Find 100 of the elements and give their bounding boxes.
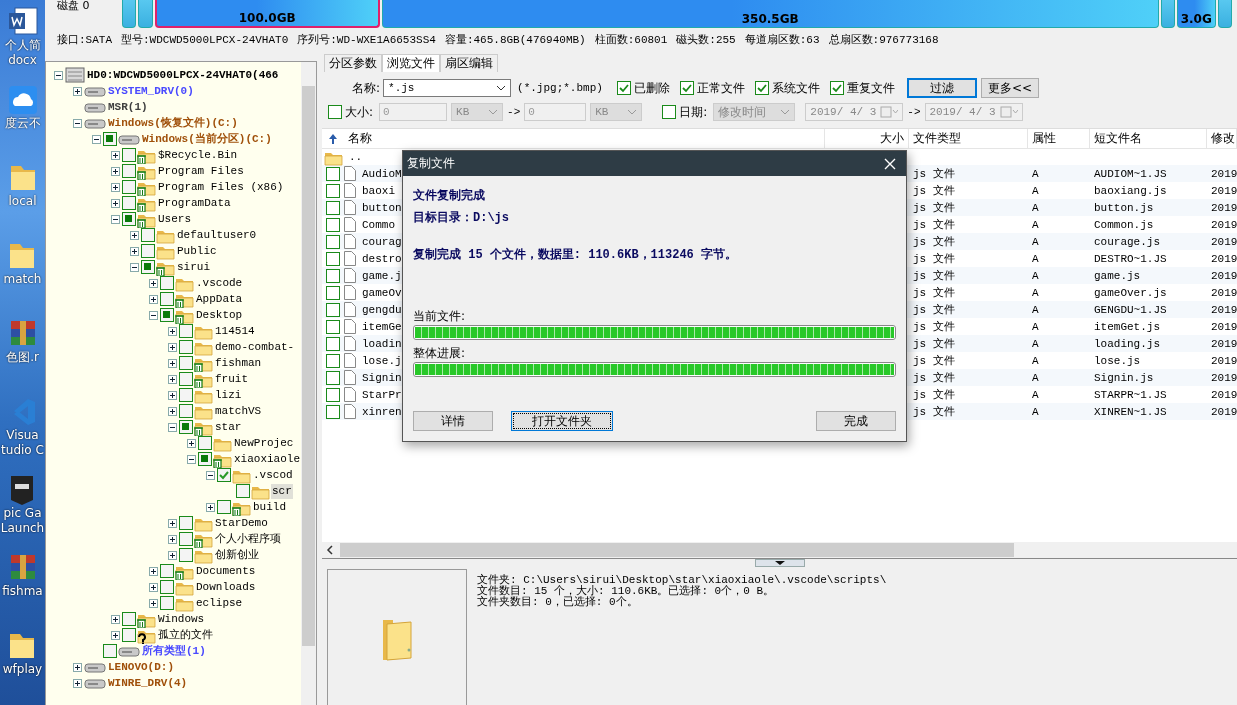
partition-block[interactable] xyxy=(1217,0,1232,28)
tree-item[interactable]: SYSTEM_DRV(0) xyxy=(107,83,195,99)
splitter-handle-icon[interactable] xyxy=(754,559,805,567)
checkbox[interactable] xyxy=(829,81,844,95)
checkbox[interactable] xyxy=(122,180,136,194)
checkbox[interactable] xyxy=(160,308,174,322)
expand-toggle[interactable] xyxy=(168,550,177,560)
collapse-toggle[interactable] xyxy=(111,214,120,224)
checkbox[interactable] xyxy=(179,324,193,338)
tree-item[interactable]: AppData xyxy=(195,291,244,307)
checkbox[interactable] xyxy=(326,251,340,266)
checkbox[interactable] xyxy=(326,268,340,283)
desktop-icon-label[interactable]: 个人简 xyxy=(4,38,41,53)
dialog-button[interactable]: 详情 xyxy=(413,411,493,431)
expand-toggle[interactable] xyxy=(168,406,177,416)
name-filter-combo[interactable]: *.js xyxy=(383,79,512,97)
checkbox[interactable] xyxy=(328,105,342,119)
checkbox[interactable] xyxy=(122,164,136,178)
expand-toggle[interactable] xyxy=(187,438,196,448)
checkbox[interactable] xyxy=(122,196,136,210)
checkbox[interactable] xyxy=(198,436,212,450)
checkbox[interactable] xyxy=(616,81,631,95)
collapse-toggle[interactable] xyxy=(206,470,215,480)
tree-item[interactable]: Desktop xyxy=(195,307,244,323)
dialog-button[interactable]: 打开文件夹 xyxy=(511,411,613,431)
scroll-thumb[interactable] xyxy=(302,86,315,646)
checkbox[interactable] xyxy=(326,183,340,198)
column-header[interactable]: 属性 xyxy=(1028,129,1090,148)
tree-item[interactable]: matchVS xyxy=(214,403,263,419)
expand-toggle[interactable] xyxy=(111,182,120,192)
checkbox[interactable] xyxy=(326,387,340,402)
scroll-thumb[interactable] xyxy=(340,543,1014,557)
partition-block[interactable] xyxy=(122,0,137,28)
checkbox[interactable] xyxy=(122,148,136,162)
filter-button[interactable]: 过滤 xyxy=(906,78,977,98)
checkbox[interactable] xyxy=(179,516,193,530)
tree-item[interactable]: fruit xyxy=(214,371,249,387)
tree-item[interactable]: 孤立的文件 xyxy=(157,627,214,643)
expand-toggle[interactable] xyxy=(130,230,139,240)
expand-toggle[interactable] xyxy=(168,374,177,384)
checkbox[interactable] xyxy=(160,564,174,578)
dialog-button[interactable]: 完成 xyxy=(816,411,896,431)
tree-item[interactable]: NewProjec xyxy=(233,435,295,451)
checkbox[interactable] xyxy=(662,105,677,119)
tree-item[interactable]: WINRE_DRV(4) xyxy=(107,675,189,691)
checkbox[interactable] xyxy=(160,292,174,306)
checkbox[interactable] xyxy=(326,285,340,300)
partition-block[interactable]: 3.0G xyxy=(1176,0,1216,28)
tree-item[interactable]: lizi xyxy=(214,387,243,403)
expand-toggle[interactable] xyxy=(168,326,177,336)
desktop-icon-label[interactable]: 色图.r xyxy=(6,350,39,365)
tree-item[interactable]: Public xyxy=(176,243,218,259)
tree-item[interactable]: $Recycle.Bin xyxy=(157,147,239,163)
tab[interactable]: 浏览文件 xyxy=(382,54,440,72)
vertical-scrollbar[interactable] xyxy=(301,62,316,705)
tree-item[interactable]: Documents xyxy=(195,563,257,579)
expand-toggle[interactable] xyxy=(111,198,120,208)
collapse-toggle[interactable] xyxy=(130,262,139,272)
desktop-icon-label[interactable]: pic Ga xyxy=(3,506,42,521)
checkbox[interactable] xyxy=(160,596,174,610)
desktop-icon-label[interactable]: tudio C xyxy=(1,443,44,458)
tab[interactable]: 扇区编辑 xyxy=(440,54,498,72)
expand-toggle[interactable] xyxy=(149,582,158,592)
collapse-toggle[interactable] xyxy=(73,118,82,128)
checkbox[interactable] xyxy=(179,404,193,418)
filter-button[interactable]: 更多<< xyxy=(980,78,1039,98)
tree-item[interactable]: HD0:WDCWD5000LPCX-24VHAT0(466 xyxy=(86,67,280,83)
expand-toggle[interactable] xyxy=(206,502,215,512)
desktop-icon-label[interactable]: docx xyxy=(8,53,37,68)
expand-toggle[interactable] xyxy=(73,662,82,672)
checkbox[interactable] xyxy=(160,580,174,594)
scroll-left-icon[interactable] xyxy=(326,545,334,555)
expand-toggle[interactable] xyxy=(111,630,120,640)
checkbox[interactable] xyxy=(179,372,193,386)
column-header[interactable]: 大小 xyxy=(825,129,909,148)
tree-item[interactable]: .vscod xyxy=(252,467,294,483)
tree-item[interactable]: MSR(1) xyxy=(107,99,149,115)
tree-item[interactable]: 114514 xyxy=(214,323,256,339)
tree-item[interactable]: Windows(当前分区)(C:) xyxy=(141,131,273,147)
tree-item[interactable]: Downloads xyxy=(195,579,257,595)
tree-item[interactable]: fishman xyxy=(214,355,263,371)
expand-toggle[interactable] xyxy=(168,342,177,352)
expand-toggle[interactable] xyxy=(149,598,158,608)
parent-folder-link[interactable]: .. xyxy=(345,151,363,163)
tree-item[interactable]: scr xyxy=(271,483,293,499)
checkbox[interactable] xyxy=(326,217,340,232)
tree-item[interactable]: eclipse xyxy=(195,595,244,611)
checkbox[interactable] xyxy=(179,388,193,402)
collapse-toggle[interactable] xyxy=(187,454,196,464)
checkbox-label[interactable]: 重复文件 xyxy=(846,79,895,97)
partition-block[interactable] xyxy=(1160,0,1175,28)
column-header[interactable]: 短文件名 xyxy=(1090,129,1207,148)
tree-item[interactable]: defaultuser0 xyxy=(176,227,258,243)
checkbox[interactable] xyxy=(217,468,231,482)
collapse-toggle[interactable] xyxy=(149,310,158,320)
desktop-icon-label[interactable]: fishma xyxy=(2,584,43,599)
expand-toggle[interactable] xyxy=(111,614,120,624)
tree-item[interactable]: StarDemo xyxy=(214,515,269,531)
column-header[interactable]: 名称 xyxy=(344,129,825,148)
checkbox[interactable] xyxy=(217,500,231,514)
